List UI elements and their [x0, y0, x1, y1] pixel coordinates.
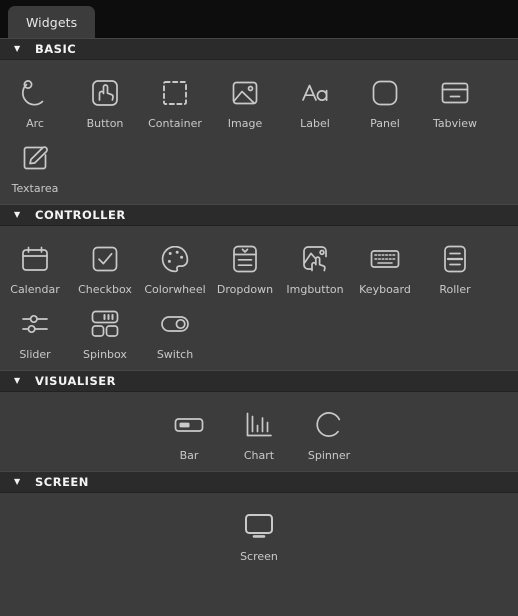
textarea-icon — [14, 137, 56, 179]
tab-bar: Widgets — [0, 0, 518, 38]
widget-item-label: Chart — [243, 449, 275, 462]
widget-item-label: Checkbox — [78, 283, 132, 296]
container-icon — [154, 72, 196, 114]
widget-catalog-panel: ▼ BASIC Arc Button Container Image Label Panel T… — [0, 38, 518, 616]
widget-item-dropdown[interactable]: Dropdown — [210, 232, 280, 297]
widget-item-roller[interactable]: Roller — [420, 232, 490, 297]
widget-item-panel[interactable]: Panel — [350, 66, 420, 131]
calendar-icon — [14, 238, 56, 280]
chevron-down-icon[interactable]: ▼ — [14, 478, 28, 486]
widget-item-label: Bar — [179, 449, 199, 462]
slider-icon — [14, 303, 56, 345]
colorwheel-icon — [154, 238, 196, 280]
tab-widgets[interactable]: Widgets — [8, 6, 96, 38]
widget-item-colorwheel[interactable]: Colorwheel — [140, 232, 210, 297]
tab-widgets-label: Widgets — [26, 14, 78, 30]
widget-item-label: Keyboard — [359, 283, 411, 296]
widget-item-label: Container — [148, 117, 202, 130]
section-body-screen: Screen — [0, 493, 518, 572]
widgets-panel-window: Widgets ▼ BASIC Arc Button Container Image Lab… — [0, 0, 518, 616]
widget-item-label: Spinbox — [83, 348, 127, 361]
widget-item-label: Calendar — [10, 283, 60, 296]
widget-item-label: Roller — [439, 283, 471, 296]
widget-item-label: Imgbutton — [286, 283, 344, 296]
chevron-down-icon[interactable]: ▼ — [14, 211, 28, 219]
roller-icon — [434, 238, 476, 280]
section-header-basic[interactable]: ▼ BASIC — [0, 38, 518, 60]
section-header-screen[interactable]: ▼ SCREEN — [0, 471, 518, 493]
button-icon — [84, 72, 126, 114]
spinbox-icon — [84, 303, 126, 345]
imgbutton-icon — [294, 238, 336, 280]
widget-item-calendar[interactable]: Calendar — [0, 232, 70, 297]
widget-item-textarea[interactable]: Textarea — [0, 131, 70, 196]
widget-item-label: Button — [86, 117, 124, 130]
widget-item-label: Panel — [370, 117, 400, 130]
widget-item-slider[interactable]: Slider — [0, 297, 70, 362]
screen-icon — [238, 505, 280, 547]
section-title: SCREEN — [35, 475, 89, 489]
widget-item-label: Label — [300, 117, 330, 130]
chart-icon — [238, 404, 280, 446]
chevron-down-icon[interactable]: ▼ — [14, 377, 28, 385]
bar-icon — [168, 404, 210, 446]
widget-item-keyboard[interactable]: Keyboard — [350, 232, 420, 297]
panel-icon — [364, 72, 406, 114]
widget-item-label: Screen — [240, 550, 278, 563]
section-title: VISUALISER — [35, 374, 116, 388]
dropdown-icon — [224, 238, 266, 280]
widget-item-tabview[interactable]: Tabview — [420, 66, 490, 131]
keyboard-icon — [364, 238, 406, 280]
widget-item-label: Tabview — [433, 117, 477, 130]
section-title: BASIC — [35, 42, 77, 56]
widget-item-label: Image — [227, 117, 263, 130]
widget-item-button[interactable]: Button — [70, 66, 140, 131]
chevron-down-icon[interactable]: ▼ — [14, 45, 28, 53]
widget-item-label: Textarea — [11, 182, 59, 195]
widget-item-spinner[interactable]: Spinner — [294, 398, 364, 463]
widget-item-arc[interactable]: Arc — [0, 66, 70, 131]
label-icon — [294, 72, 336, 114]
arc-icon — [14, 72, 56, 114]
tabview-icon — [434, 72, 476, 114]
section-title: CONTROLLER — [35, 208, 126, 222]
widget-item-label[interactable]: Label — [280, 66, 350, 131]
spinner-icon — [308, 404, 350, 446]
widget-item-label: Dropdown — [216, 283, 274, 296]
widget-item-bar[interactable]: Bar — [154, 398, 224, 463]
section-header-visualiser[interactable]: ▼ VISUALISER — [0, 370, 518, 392]
widget-item-container[interactable]: Container — [140, 66, 210, 131]
section-body-basic: Arc Button Container Image Label Panel Tabview… — [0, 60, 518, 204]
widget-item-label: Arc — [26, 117, 44, 130]
widget-item-switch[interactable]: Switch — [140, 297, 210, 362]
widget-item-image[interactable]: Image — [210, 66, 280, 131]
widget-item-label: Slider — [19, 348, 51, 361]
widget-item-chart[interactable]: Chart — [224, 398, 294, 463]
section-body-visualiser: Bar Chart Spinner — [0, 392, 518, 471]
section-header-controller[interactable]: ▼ CONTROLLER — [0, 204, 518, 226]
image-icon — [224, 72, 266, 114]
widget-item-screen[interactable]: Screen — [224, 499, 294, 564]
widget-item-imgbutton[interactable]: Imgbutton — [280, 232, 350, 297]
widget-item-spinbox[interactable]: Spinbox — [70, 297, 140, 362]
checkbox-icon — [84, 238, 126, 280]
switch-icon — [154, 303, 196, 345]
widget-item-checkbox[interactable]: Checkbox — [70, 232, 140, 297]
widget-item-label: Switch — [156, 348, 194, 361]
widget-item-label: Colorwheel — [144, 283, 206, 296]
section-body-controller: Calendar Checkbox Colorwheel Dropdown Imgbut… — [0, 226, 518, 370]
widget-item-label: Spinner — [307, 449, 351, 462]
